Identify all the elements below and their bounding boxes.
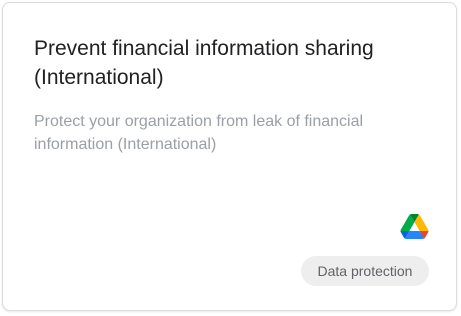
category-chip[interactable]: Data protection [301, 256, 429, 286]
card-description: Protect your organization from leak of f… [34, 113, 364, 153]
card-title: Prevent financial information sharing (I… [34, 37, 374, 89]
google-drive-icon [400, 214, 429, 239]
policy-template-card[interactable]: Prevent financial information sharing (I… [2, 2, 457, 311]
